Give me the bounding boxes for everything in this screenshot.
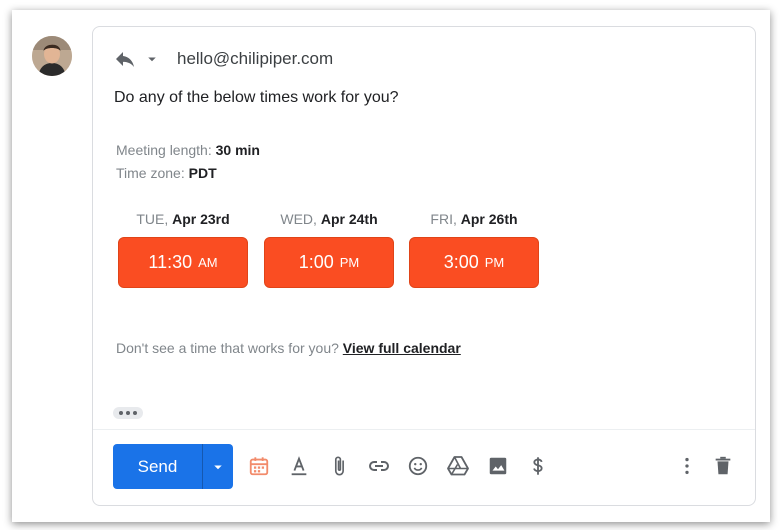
image-icon[interactable] xyxy=(486,454,510,478)
day-label: FRI, Apr 26th xyxy=(409,211,539,227)
send-button-group: Send xyxy=(113,444,233,489)
send-options-button[interactable] xyxy=(203,444,233,489)
dot xyxy=(133,411,137,415)
meeting-length-row: Meeting length: 30 min xyxy=(116,139,260,162)
show-trimmed-content-button[interactable] xyxy=(113,407,143,419)
text-format-icon[interactable] xyxy=(287,454,311,478)
calendar-icon[interactable] xyxy=(247,454,271,478)
slot-time: 3:00 xyxy=(443,252,479,272)
send-button[interactable]: Send xyxy=(113,444,203,489)
meeting-details: Meeting length: 30 min Time zone: PDT xyxy=(116,139,260,185)
time-slot-button[interactable]: 1:00 PM xyxy=(264,237,394,288)
day-date: Apr 23rd xyxy=(172,211,230,227)
no-time-prompt: Don't see a time that works for you? Vie… xyxy=(116,340,461,356)
slot-ampm: AM xyxy=(198,255,218,270)
meeting-length-value: 30 min xyxy=(215,142,260,158)
day-weekday: FRI, xyxy=(430,211,457,227)
avatar-image xyxy=(32,36,72,76)
time-slot-button[interactable]: 11:30 AM xyxy=(118,237,248,288)
chevron-down-icon[interactable] xyxy=(143,50,161,68)
delete-icon[interactable] xyxy=(711,454,735,478)
day-label: WED, Apr 24th xyxy=(264,211,394,227)
emoji-icon[interactable] xyxy=(406,454,430,478)
drive-icon[interactable] xyxy=(446,454,470,478)
time-zone-label: Time zone: xyxy=(116,165,185,181)
day-date: Apr 26th xyxy=(460,211,518,227)
chevron-down-icon xyxy=(214,465,222,469)
toolbar-divider xyxy=(93,429,755,430)
dot xyxy=(126,411,130,415)
slot-time: 11:30 xyxy=(148,252,193,272)
recipient-address[interactable]: hello@chilipiper.com xyxy=(177,49,333,69)
time-zone-value: PDT xyxy=(188,165,217,181)
slot-ampm: PM xyxy=(484,255,505,270)
time-slot-button[interactable]: 3:00 PM xyxy=(409,237,539,288)
view-full-calendar-link[interactable]: View full calendar xyxy=(343,340,461,356)
meeting-length-label: Meeting length: xyxy=(116,142,212,158)
slot-ampm: PM xyxy=(339,255,360,270)
reply-icon[interactable] xyxy=(113,47,137,71)
email-compose-card: hello@chilipiper.com Do any of the below… xyxy=(92,26,756,506)
recipient-header: hello@chilipiper.com xyxy=(113,45,333,73)
avatar xyxy=(32,36,72,76)
day-date: Apr 24th xyxy=(320,211,378,227)
dollar-icon[interactable] xyxy=(526,454,550,478)
attachment-icon[interactable] xyxy=(327,454,351,478)
link-icon[interactable] xyxy=(367,454,391,478)
email-question[interactable]: Do any of the below times work for you? xyxy=(114,89,399,107)
day-weekday: TUE, xyxy=(136,211,169,227)
day-weekday: WED, xyxy=(280,211,317,227)
slot-time: 1:00 xyxy=(298,252,334,272)
more-options-icon[interactable] xyxy=(675,454,699,478)
day-label: TUE, Apr 23rd xyxy=(118,211,248,227)
dot xyxy=(119,411,123,415)
no-time-text: Don't see a time that works for you? xyxy=(116,340,339,356)
time-zone-row: Time zone: PDT xyxy=(116,162,260,185)
